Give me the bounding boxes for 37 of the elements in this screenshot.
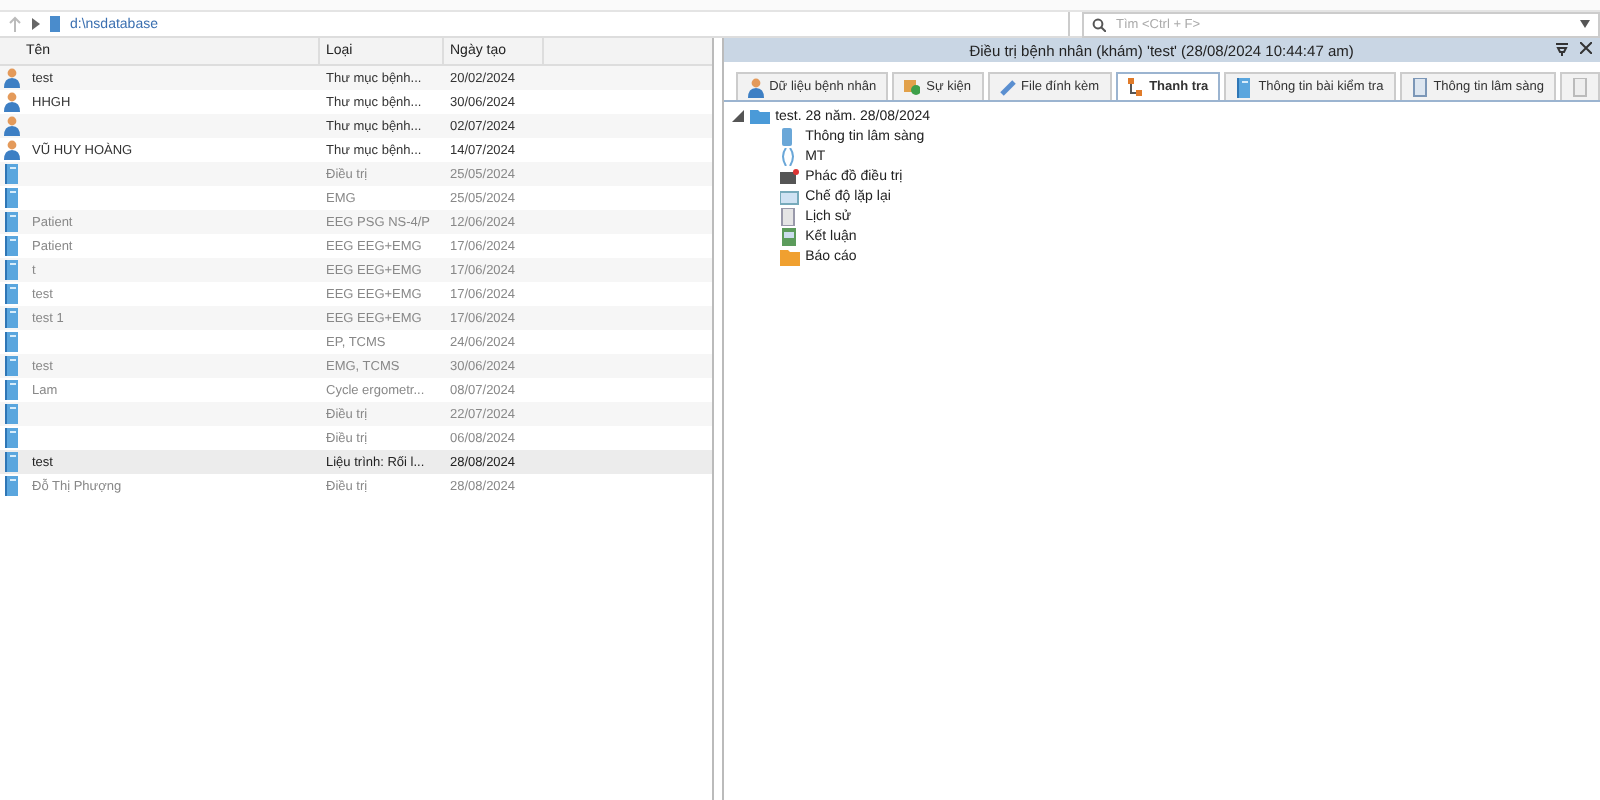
book-icon (4, 260, 20, 280)
book-icon (4, 356, 20, 376)
search-icon (1092, 17, 1106, 31)
book-icon (4, 428, 20, 448)
tab-icon (1572, 77, 1588, 97)
tab-icon (1127, 77, 1144, 97)
book-icon (4, 188, 20, 208)
book-icon (4, 164, 20, 184)
tab[interactable] (1560, 72, 1600, 100)
person-icon (4, 68, 20, 88)
person-icon (4, 140, 20, 160)
up-arrow-icon (8, 16, 22, 32)
book-icon (4, 452, 20, 472)
person-icon (4, 116, 20, 136)
book-icon (4, 476, 20, 496)
dropdown-arrow-icon (1580, 20, 1590, 28)
book-icon (4, 236, 20, 256)
tab-icon (1236, 77, 1253, 97)
item-icon (779, 247, 800, 265)
book-icon (4, 332, 20, 352)
item-icon (779, 227, 800, 245)
item-icon (779, 147, 800, 165)
item-icon (779, 187, 800, 205)
item-icon (779, 167, 800, 185)
person-icon (4, 92, 20, 112)
book-icon (4, 308, 20, 328)
expand-arrow-icon (32, 18, 40, 30)
tab-icon (999, 77, 1016, 97)
book-icon (4, 284, 20, 304)
book-icon (4, 380, 20, 400)
tab-icon (904, 77, 921, 97)
close-icon (1580, 42, 1592, 54)
tab-icon (747, 77, 764, 97)
item-icon (779, 207, 800, 225)
tab-icon (1411, 77, 1428, 97)
book-icon (4, 212, 20, 232)
book-icon (4, 404, 20, 424)
